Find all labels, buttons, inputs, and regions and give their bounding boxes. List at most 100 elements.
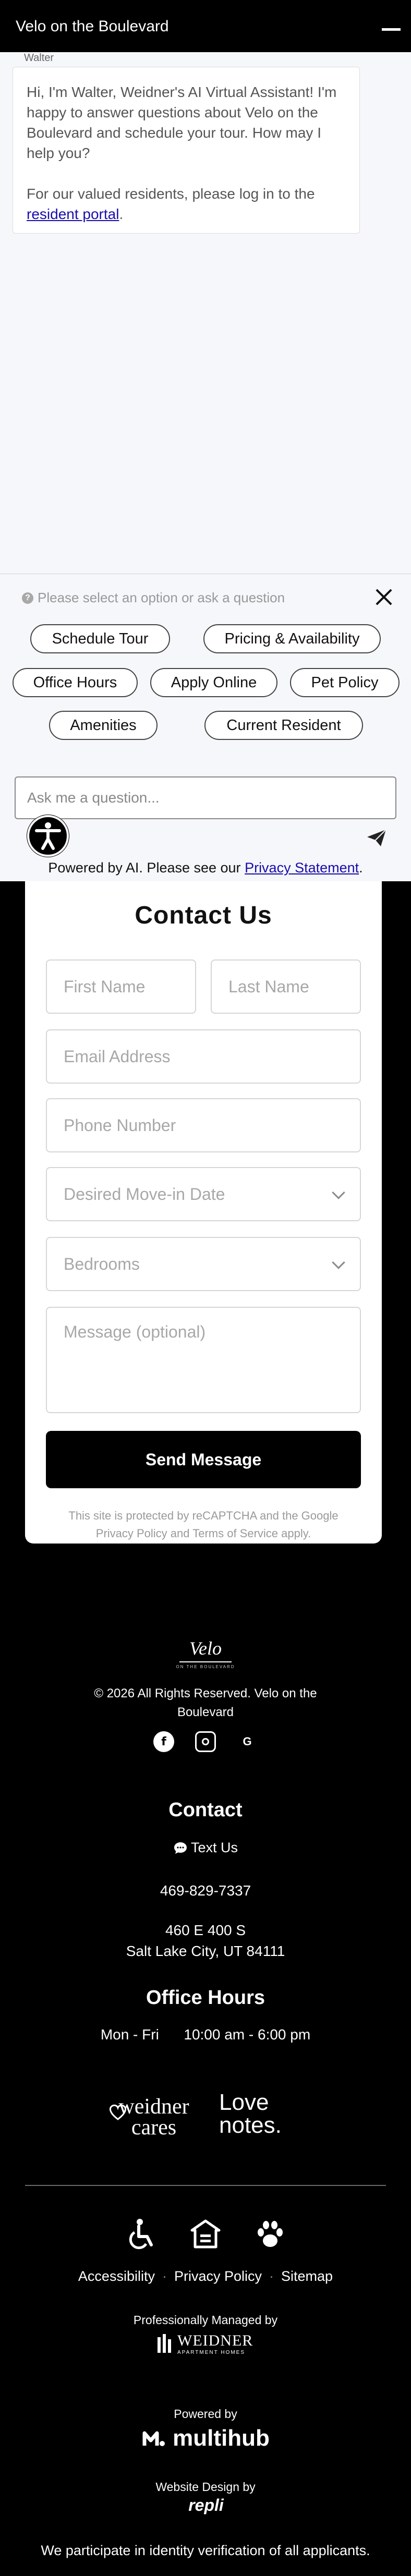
address[interactable]: 460 E 400 S Salt Lake City, UT 84111 [0, 1920, 411, 1962]
recaptcha-line-2: Privacy Policy and Terms of Service appl… [95, 1527, 311, 1540]
contact-heading: Contact [168, 1799, 243, 1821]
love-notes-line-2: notes. [219, 2112, 282, 2138]
first-name-input[interactable]: First Name [46, 959, 196, 1014]
chat-bubble-icon [174, 1842, 187, 1854]
powered-by-ai: Powered by AI. Please see our Privacy St… [0, 860, 411, 876]
weidner-cares-logo[interactable]: weidner cares [109, 2096, 198, 2143]
site-footer: Velo ON THE BOULEVARD © 2026 All Rights … [0, 1590, 411, 2576]
footer-divider [25, 2185, 386, 2186]
chat-widget: Velo on the Boulevard Walter Hi, I'm Wal… [0, 0, 411, 881]
instagram-lens [202, 1738, 209, 1745]
powered-by-label: Powered by [174, 2407, 237, 2421]
privacy-policy-link[interactable]: Privacy Policy [174, 2268, 262, 2284]
chat-sender-name: Walter [24, 52, 54, 64]
option-pet-policy[interactable]: Pet Policy [290, 668, 400, 697]
facebook-icon[interactable]: f [153, 1731, 174, 1752]
option-pricing-availability[interactable]: Pricing & Availability [203, 624, 381, 653]
bedrooms-placeholder: Bedrooms [64, 1254, 140, 1273]
address-line-2: Salt Lake City, UT 84111 [126, 1943, 285, 1959]
chat-input-placeholder: Ask me a question... [27, 789, 160, 806]
send-icon[interactable] [366, 829, 387, 847]
resident-portal-link[interactable]: resident portal [27, 206, 119, 222]
chevron-down-icon [332, 1256, 345, 1269]
minimize-icon[interactable] [382, 28, 401, 31]
accessibility-widget-icon[interactable] [27, 815, 69, 857]
copyright-line-2: Boulevard [177, 1705, 234, 1719]
love-notes-line-1: Love [219, 2089, 269, 2115]
option-current-resident[interactable]: Current Resident [204, 711, 363, 740]
velo-logo-sub: ON THE BOULEVARD [176, 1664, 235, 1669]
option-office-hours[interactable]: Office Hours [13, 668, 138, 697]
option-schedule-tour[interactable]: Schedule Tour [30, 624, 170, 653]
phone-placeholder: Phone Number [64, 1115, 176, 1135]
recaptcha-notice: This site is protected by reCAPTCHA and … [46, 1507, 361, 1542]
privacy-statement-link[interactable]: Privacy Statement [245, 860, 359, 876]
chat-options-panel: ? Please select an option or ask a quest… [0, 574, 411, 881]
footer-links: Accessibility · Privacy Policy · Sitemap [78, 2268, 333, 2284]
multihub-word: multihub [173, 2425, 270, 2451]
copyright-line-1: © 2026 All Rights Reserved. Velo on the [94, 1686, 317, 1700]
weidner-logo[interactable]: WEIDNER APARTMENT HOMES [156, 2330, 255, 2359]
close-icon[interactable] [374, 588, 393, 606]
wheelchair-icon [129, 2219, 153, 2250]
hours-time: 10:00 am - 6:00 pm [184, 2026, 311, 2043]
multihub-mark-icon [142, 2431, 165, 2446]
address-line-1: 460 E 400 S [165, 1922, 246, 1938]
chat-title: Velo on the Boulevard [16, 18, 169, 35]
question-icon: ? [22, 592, 33, 604]
options-prompt-text: Please select an option or ask a questio… [38, 590, 285, 605]
accessibility-person-icon [35, 822, 61, 850]
recaptcha-line-1: This site is protected by reCAPTCHA and … [68, 1509, 339, 1522]
instagram-icon[interactable] [195, 1731, 216, 1752]
phone-input[interactable]: Phone Number [46, 1098, 361, 1152]
move-in-date-select[interactable]: Desired Move-in Date [46, 1167, 361, 1221]
sitemap-link[interactable]: Sitemap [281, 2268, 333, 2284]
chat-header: Velo on the Boulevard [0, 0, 411, 52]
bedrooms-select[interactable]: Bedrooms [46, 1237, 361, 1291]
hours-days: Mon - Fri [100, 2026, 159, 2043]
contact-form: Contact Us First Name Last Name Email Ad… [25, 881, 382, 1544]
office-hours: Mon - Fri 10:00 am - 6:00 pm [0, 2026, 411, 2043]
resident-note: For our valued residents, please log in … [27, 184, 346, 224]
velo-logo[interactable]: Velo ON THE BOULEVARD [174, 1637, 237, 1669]
email-placeholder: Email Address [64, 1047, 171, 1066]
greeting-text: Hi, I'm Walter, Weidner's AI Virtual Ass… [27, 84, 337, 161]
heart-icon [109, 2104, 127, 2120]
powered-suffix: . [359, 860, 363, 876]
weidner-logo-sub: APARTMENT HOMES [177, 2350, 246, 2355]
text-us-link[interactable]: Text Us [0, 1840, 411, 1856]
phone-link[interactable]: 469-829-7337 [0, 1882, 411, 1899]
message-placeholder: Message (optional) [64, 1322, 206, 1341]
managed-by-label: Professionally Managed by [133, 2313, 278, 2327]
contact-title: Contact Us [135, 902, 272, 929]
first-name-placeholder: First Name [64, 977, 146, 996]
brand-logos: weidner cares Love notes. [0, 2091, 411, 2148]
building-icon [158, 2334, 171, 2353]
message-textarea[interactable]: Message (optional) [46, 1307, 361, 1413]
chevron-down-icon [332, 1186, 345, 1199]
velo-logo-word: Velo [189, 1638, 222, 1659]
email-input[interactable]: Email Address [46, 1029, 361, 1084]
repli-logo[interactable]: repli [177, 2496, 235, 2515]
chat-input[interactable]: Ask me a question... [15, 776, 396, 819]
resident-note-suffix: . [119, 206, 124, 222]
weidner-logo-word: WEIDNER [177, 2332, 253, 2349]
send-message-button[interactable]: Send Message [46, 1431, 361, 1488]
option-amenities[interactable]: Amenities [49, 711, 158, 740]
move-in-date-placeholder: Desired Move-in Date [64, 1184, 225, 1204]
love-notes-logo[interactable]: Love notes. [219, 2091, 303, 2143]
copyright: © 2026 All Rights Reserved. Velo on the … [0, 1684, 411, 1722]
compliance-icons [124, 2216, 287, 2253]
logo-rule [179, 1661, 232, 1662]
powered-prefix: Powered by AI. Please see our [48, 860, 245, 876]
accessibility-link[interactable]: Accessibility [78, 2268, 155, 2284]
design-by-label: Website Design by [155, 2480, 256, 2494]
last-name-input[interactable]: Last Name [211, 959, 361, 1014]
google-icon[interactable]: G [237, 1731, 258, 1752]
social-links: f G [153, 1731, 258, 1752]
identity-verification-note: We participate in identity verification … [41, 2543, 370, 2558]
option-apply-online[interactable]: Apply Online [150, 668, 277, 697]
last-name-placeholder: Last Name [228, 977, 309, 996]
text-us-label: Text Us [190, 1840, 238, 1855]
multihub-logo[interactable]: multihub [141, 2424, 271, 2453]
